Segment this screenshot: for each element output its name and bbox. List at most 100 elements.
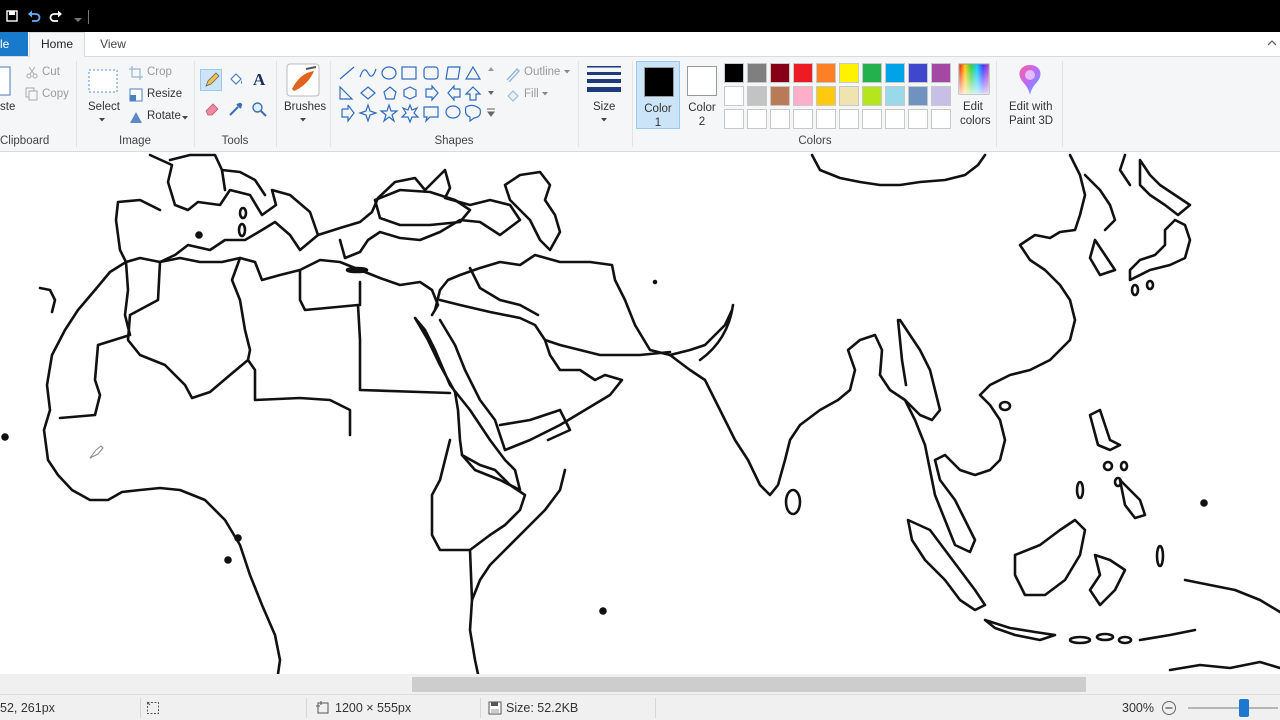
palette-swatch[interactable] — [862, 63, 882, 83]
shapes-scroll-icon[interactable] — [487, 65, 495, 117]
palette-swatch[interactable] — [724, 63, 744, 83]
palette-swatch[interactable] — [793, 109, 813, 129]
palette-swatch[interactable] — [770, 109, 790, 129]
palette-swatch[interactable] — [724, 109, 744, 129]
rotate-dropdown-icon[interactable] — [181, 115, 189, 121]
edit-colors-icon[interactable] — [958, 63, 990, 95]
select-dropdown-icon[interactable] — [98, 117, 106, 123]
brushes-dropdown-icon[interactable] — [299, 117, 307, 123]
paint3d-label-b[interactable]: Paint 3D — [1009, 115, 1053, 127]
edit-colors-label-b[interactable]: colors — [960, 115, 991, 127]
fill-label[interactable]: Fill — [524, 88, 539, 100]
fill-icon[interactable] — [505, 88, 521, 104]
size-dropdown-icon[interactable] — [600, 117, 608, 123]
undo-icon[interactable] — [26, 8, 42, 24]
palette-swatch[interactable] — [862, 109, 882, 129]
palette-swatch[interactable] — [724, 86, 744, 106]
palette-swatch[interactable] — [931, 86, 951, 106]
status-separator — [480, 698, 481, 718]
palette-swatch[interactable] — [793, 63, 813, 83]
paste-icon[interactable] — [0, 65, 12, 99]
palette-swatch[interactable] — [793, 86, 813, 106]
resize-label[interactable]: Resize — [147, 88, 182, 100]
color2-swatch — [687, 66, 717, 96]
palette-swatch[interactable] — [747, 86, 767, 106]
outline-icon[interactable] — [505, 66, 521, 82]
horizontal-scrollbar[interactable] — [0, 674, 1280, 694]
brushes-label[interactable]: Brushes — [284, 101, 326, 113]
select-label[interactable]: Select — [88, 101, 120, 113]
eraser-icon[interactable] — [204, 101, 220, 117]
palette-swatch[interactable] — [747, 63, 767, 83]
tab-view[interactable]: View — [92, 32, 134, 56]
palette-swatch[interactable] — [908, 86, 928, 106]
select-icon[interactable] — [88, 69, 118, 93]
shapes-group-label: Shapes — [434, 135, 474, 147]
paint3d-label-a[interactable]: Edit with — [1009, 101, 1052, 113]
outline-label[interactable]: Outline — [524, 66, 560, 78]
brushes-icon[interactable] — [286, 63, 320, 97]
cut-icon[interactable] — [25, 65, 39, 79]
text-icon[interactable]: A — [251, 70, 269, 88]
rotate-icon[interactable] — [129, 110, 143, 124]
resize-icon[interactable] — [129, 88, 143, 102]
cut-label: Cut — [42, 66, 60, 78]
title-separator — [88, 10, 89, 24]
paste-label: ste — [0, 101, 16, 113]
group-separator — [632, 61, 633, 147]
palette-swatch[interactable] — [931, 63, 951, 83]
palette-swatch[interactable] — [885, 86, 905, 106]
palette-swatch[interactable] — [839, 109, 859, 129]
magnifier-icon[interactable] — [251, 101, 267, 117]
status-separator — [140, 698, 141, 718]
copy-icon[interactable] — [25, 87, 39, 101]
copy-label: Copy — [42, 88, 69, 100]
zoom-out-icon[interactable] — [1161, 700, 1177, 716]
status-separator — [306, 698, 307, 718]
palette-swatch[interactable] — [931, 109, 951, 129]
shapes-gallery-icon[interactable] — [338, 65, 486, 127]
palette-swatch[interactable] — [908, 109, 928, 129]
title-bar — [0, 0, 1280, 32]
palette-swatch[interactable] — [770, 63, 790, 83]
color2-button[interactable]: Color 2 — [680, 61, 724, 129]
status-separator — [655, 698, 656, 718]
crop-icon[interactable] — [129, 66, 143, 80]
clipboard-group-label: Clipboard — [0, 135, 50, 147]
paint3d-icon[interactable] — [1016, 63, 1044, 97]
redo-icon[interactable] — [48, 8, 64, 24]
palette-swatch[interactable] — [862, 86, 882, 106]
palette-swatch[interactable] — [816, 109, 836, 129]
fill-dropdown-icon[interactable] — [541, 91, 549, 97]
palette-swatch[interactable] — [885, 63, 905, 83]
palette-swatch[interactable] — [747, 109, 767, 129]
palette-swatch[interactable] — [885, 109, 905, 129]
color-picker-icon[interactable] — [228, 101, 244, 117]
palette-swatch[interactable] — [770, 86, 790, 106]
outline-dropdown-icon[interactable] — [563, 69, 571, 75]
tab-file[interactable]: le — [0, 32, 28, 56]
pencil-icon[interactable] — [204, 72, 220, 88]
tab-home[interactable]: Home — [29, 32, 85, 57]
customize-icon[interactable] — [70, 8, 86, 24]
image-group-label: Image — [119, 135, 151, 147]
palette-swatch[interactable] — [908, 63, 928, 83]
selection-size-icon — [146, 701, 160, 715]
size-label[interactable]: Size — [593, 101, 615, 113]
drawing-canvas[interactable] — [0, 152, 1280, 674]
zoom-slider-thumb[interactable] — [1239, 699, 1249, 717]
palette-swatch[interactable] — [839, 63, 859, 83]
zoom-slider-track[interactable] — [1188, 707, 1278, 709]
palette-swatch[interactable] — [839, 86, 859, 106]
size-icon[interactable] — [587, 65, 621, 93]
rotate-label[interactable]: Rotate — [147, 110, 181, 122]
collapse-ribbon-icon[interactable] — [1266, 37, 1278, 49]
color1-button[interactable]: Color 1 — [636, 61, 680, 129]
fill-bucket-icon[interactable] — [228, 72, 244, 88]
edit-colors-label-a[interactable]: Edit — [963, 101, 983, 113]
color1-number: 1 — [654, 117, 662, 129]
palette-swatch[interactable] — [816, 63, 836, 83]
palette-swatch[interactable] — [816, 86, 836, 106]
save-icon[interactable] — [4, 8, 20, 24]
horizontal-scroll-thumb[interactable] — [412, 677, 1086, 692]
